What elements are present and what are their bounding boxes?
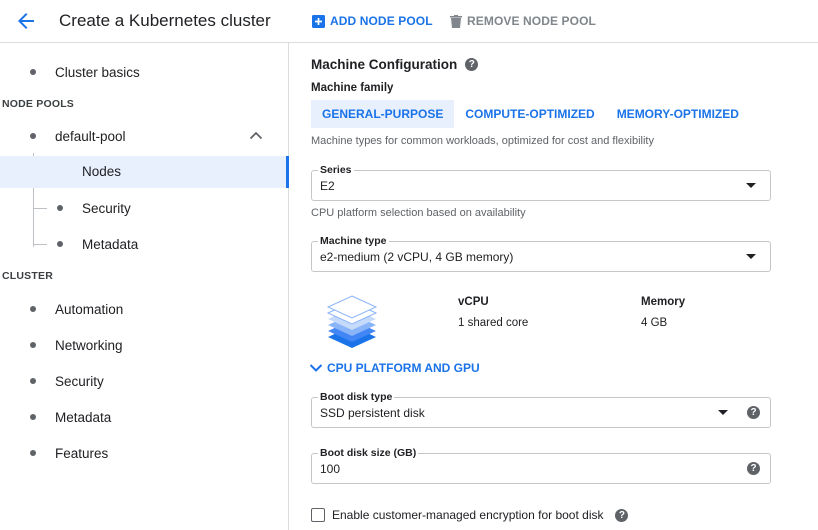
- bullet-icon: [30, 69, 36, 75]
- sidebar-item-label: Features: [55, 445, 109, 461]
- section-title-text: Machine Configuration: [311, 57, 458, 72]
- add-node-pool-button[interactable]: ADD NODE POOL: [312, 13, 433, 29]
- machine-type-label: Machine type: [318, 235, 389, 247]
- sidebar-item-features[interactable]: Features: [0, 437, 289, 469]
- boot-disk-type-label: Boot disk type: [318, 391, 395, 403]
- bullet-icon: [30, 342, 36, 348]
- sidebar-item-cluster-metadata[interactable]: Metadata: [0, 401, 289, 433]
- trash-icon: [450, 14, 462, 28]
- sidebar-item-default-pool[interactable]: default-pool: [0, 120, 289, 152]
- add-box-icon: [312, 14, 325, 28]
- section-title: Machine Configuration ?: [311, 57, 479, 72]
- sidebar-item-pool-security[interactable]: Security: [0, 192, 289, 224]
- dropdown-caret-icon: [746, 254, 756, 259]
- memory-value: 4 GB: [641, 317, 668, 329]
- boot-disk-type-value: SSD persistent disk: [320, 406, 425, 420]
- chevron-up-icon[interactable]: [249, 130, 263, 140]
- boot-disk-size-value: 100: [320, 462, 341, 476]
- cluster-heading: CLUSTER: [2, 270, 53, 282]
- memory-header: Memory: [641, 296, 686, 308]
- vcpu-header: vCPU: [458, 296, 489, 308]
- tab-general-purpose[interactable]: GENERAL-PURPOSE: [311, 100, 455, 128]
- sidebar-item-nodes[interactable]: Nodes: [0, 156, 289, 188]
- cpu-platform-label: CPU PLATFORM AND GPU: [327, 361, 480, 375]
- machine-family-hint: Machine types for common workloads, opti…: [311, 135, 654, 147]
- boot-disk-type-select[interactable]: Boot disk type SSD persistent disk ?: [311, 391, 771, 428]
- help-icon[interactable]: ?: [465, 58, 479, 71]
- dropdown-caret-icon: [746, 183, 756, 188]
- boot-disk-size-input[interactable]: Boot disk size (GB) 100 ?: [311, 447, 771, 484]
- dropdown-caret-icon: [718, 410, 728, 415]
- sidebar-item-automation[interactable]: Automation: [0, 293, 289, 325]
- cpu-platform-gpu-toggle[interactable]: CPU PLATFORM AND GPU: [309, 361, 480, 375]
- sidebar-item-label: Security: [55, 373, 104, 389]
- encryption-checkbox-row: Enable customer-managed encryption for b…: [311, 508, 629, 522]
- page-header: Create a Kubernetes cluster ADD NODE POO…: [0, 0, 818, 43]
- sidebar-item-label: Metadata: [82, 236, 139, 252]
- machine-type-select[interactable]: Machine type e2-medium (2 vCPU, 4 GB mem…: [311, 235, 771, 272]
- bullet-icon: [57, 241, 63, 247]
- main-content: Machine Configuration ? Machine family G…: [289, 43, 818, 530]
- encryption-checkbox[interactable]: [311, 508, 325, 522]
- machine-family-label: Machine family: [311, 82, 394, 94]
- chevron-down-icon: [309, 364, 323, 372]
- tab-compute-optimized[interactable]: COMPUTE-OPTIMIZED: [454, 100, 605, 128]
- sidebar-item-label: Cluster basics: [55, 64, 140, 80]
- sidebar-item-label: Nodes: [82, 164, 122, 179]
- bullet-icon: [30, 378, 36, 384]
- sidebar-item-cluster-basics[interactable]: Cluster basics: [0, 56, 289, 88]
- sidebar-item-label: Metadata: [55, 409, 112, 425]
- page-title: Create a Kubernetes cluster: [59, 11, 271, 30]
- sidebar-item-networking[interactable]: Networking: [0, 329, 289, 361]
- boot-disk-size-label: Boot disk size (GB): [318, 447, 419, 459]
- bullet-icon: [30, 414, 36, 420]
- add-node-pool-label: ADD NODE POOL: [330, 14, 433, 28]
- sidebar-item-pool-metadata[interactable]: Metadata: [0, 228, 289, 260]
- machine-stack-icon: [326, 295, 378, 348]
- help-icon[interactable]: ?: [747, 462, 760, 475]
- series-value: E2: [320, 179, 335, 193]
- vcpu-value: 1 shared core: [458, 317, 529, 329]
- help-icon[interactable]: ?: [747, 406, 760, 419]
- bullet-icon: [30, 133, 36, 139]
- bullet-icon: [30, 306, 36, 312]
- remove-node-pool-button[interactable]: REMOVE NODE POOL: [450, 13, 596, 29]
- sidebar-item-label: Automation: [55, 301, 124, 317]
- remove-node-pool-label: REMOVE NODE POOL: [467, 14, 596, 28]
- sidebar-item-cluster-security[interactable]: Security: [0, 365, 289, 397]
- bullet-icon: [57, 205, 63, 211]
- machine-family-tabs: GENERAL-PURPOSE COMPUTE-OPTIMIZED MEMORY…: [311, 100, 750, 128]
- sidebar-item-label: default-pool: [55, 128, 126, 144]
- back-arrow-icon[interactable]: [14, 9, 38, 33]
- series-hint: CPU platform selection based on availabi…: [311, 207, 526, 219]
- machine-type-value: e2-medium (2 vCPU, 4 GB memory): [320, 250, 514, 264]
- help-icon[interactable]: ?: [615, 508, 629, 522]
- series-select[interactable]: Series E2: [311, 164, 771, 201]
- node-pools-heading: NODE POOLS: [2, 98, 75, 110]
- encryption-checkbox-label: Enable customer-managed encryption for b…: [332, 508, 604, 522]
- bullet-icon: [30, 450, 36, 456]
- sidebar-item-label: Networking: [55, 337, 123, 353]
- series-label: Series: [318, 164, 354, 176]
- sidebar-item-label: Security: [82, 200, 131, 216]
- tab-memory-optimized[interactable]: MEMORY-OPTIMIZED: [606, 100, 750, 128]
- sidebar-nav: Cluster basics NODE POOLS default-pool N…: [0, 43, 289, 530]
